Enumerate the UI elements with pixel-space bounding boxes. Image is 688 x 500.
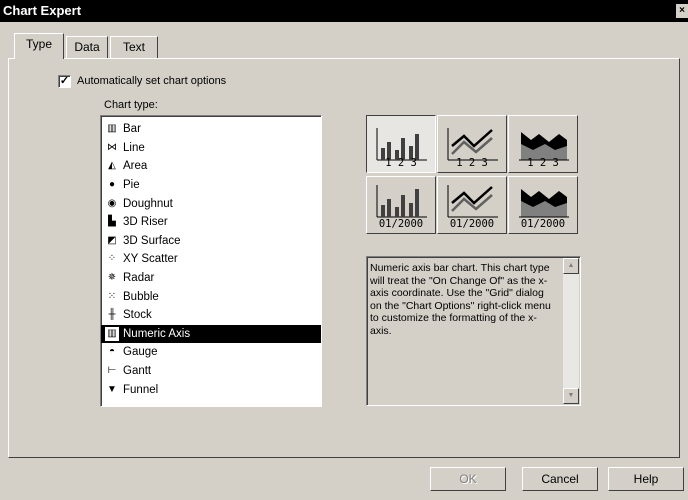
list-item-xy-scatter[interactable]: ⁘ XY Scatter <box>101 250 321 269</box>
numeric-axis-icon: ▥ <box>105 326 119 341</box>
subtype-line-date[interactable]: 01/2000 <box>437 176 507 234</box>
list-item-funnel[interactable]: ▼ Funnel <box>101 380 321 399</box>
list-item-bubble[interactable]: ⁙ Bubble <box>101 287 321 306</box>
subtype-area-123[interactable]: 1 2 3 <box>508 115 578 173</box>
gantt-chart-icon: ⊢ <box>107 365 117 377</box>
list-item-label: Gauge <box>123 346 158 359</box>
help-button[interactable]: Help <box>608 467 684 491</box>
list-item-label: Pie <box>123 179 140 192</box>
list-item-3d-surface[interactable]: ◩ 3D Surface <box>101 232 321 251</box>
chart-type-label: Chart type: <box>104 99 158 111</box>
list-item-3d-riser[interactable]: ▙ 3D Riser <box>101 213 321 232</box>
subtype-axis-label: 01/2000 <box>378 218 424 230</box>
3d-riser-icon: ▙ <box>108 216 116 228</box>
stock-chart-icon: ╫ <box>108 309 116 321</box>
ok-button[interactable]: OK <box>430 467 506 491</box>
subtype-axis-label: 01/2000 <box>520 218 566 230</box>
radar-chart-icon: ✵ <box>107 272 117 284</box>
funnel-chart-icon: ▼ <box>107 383 117 395</box>
list-item-label: Bar <box>123 123 141 136</box>
subtype-bar-123[interactable]: 1 2 3 <box>366 115 436 173</box>
subtype-axis-label: 1 2 3 <box>456 157 488 169</box>
auto-options-checkbox[interactable]: ✓ <box>58 74 71 88</box>
tab-data[interactable]: Data <box>66 36 108 58</box>
list-item-label: Line <box>123 141 145 154</box>
list-item-bar[interactable]: ▥ Bar <box>101 120 321 139</box>
list-item-stock[interactable]: ╫ Stock <box>101 306 321 325</box>
list-item-label: Numeric Axis <box>123 327 191 340</box>
auto-options-row[interactable]: ✓ Automatically set chart options <box>58 73 226 89</box>
auto-options-label: Automatically set chart options <box>77 75 227 87</box>
list-item-label: Bubble <box>123 290 159 303</box>
list-item-label: Funnel <box>123 383 159 396</box>
cancel-button[interactable]: Cancel <box>522 467 598 491</box>
list-item-pie[interactable]: ● Pie <box>101 176 321 195</box>
area-chart-icon: ◭ <box>108 160 116 172</box>
list-item-label: Radar <box>123 272 155 285</box>
list-item-label: Gantt <box>123 365 152 378</box>
subtype-axis-label: 1 2 3 <box>385 157 417 169</box>
list-item-label: 3D Surface <box>123 234 181 247</box>
bubble-chart-icon: ⁙ <box>107 290 117 302</box>
list-item-label: 3D Riser <box>123 216 168 229</box>
description-scrollbar[interactable]: ▲ ▼ <box>563 258 579 404</box>
description-text: Numeric axis bar chart. This chart type … <box>370 262 551 337</box>
close-icon[interactable]: × <box>676 4 688 18</box>
subtype-axis-label: 01/2000 <box>449 218 495 230</box>
scroll-up-icon[interactable]: ▲ <box>563 258 579 274</box>
list-item-label: Area <box>123 160 148 173</box>
gauge-chart-icon: ◓ <box>108 346 116 358</box>
3d-surface-icon: ◩ <box>107 234 117 246</box>
bar-chart-icon: ▥ <box>107 123 117 135</box>
list-item-gauge[interactable]: ◓ Gauge <box>101 343 321 362</box>
subtype-line-123[interactable]: 1 2 3 <box>437 115 507 173</box>
list-item-label: Stock <box>123 309 152 322</box>
doughnut-chart-icon: ◉ <box>107 197 117 209</box>
list-item-label: Doughnut <box>123 197 173 210</box>
title-bar: Chart Expert × <box>0 0 688 22</box>
tab-type[interactable]: Type <box>14 33 64 59</box>
scroll-down-icon[interactable]: ▼ <box>563 388 579 404</box>
chart-description: Numeric axis bar chart. This chart type … <box>366 256 581 406</box>
line-chart-icon: ⋈ <box>107 141 117 153</box>
list-item-label: XY Scatter <box>123 253 178 266</box>
list-item-radar[interactable]: ✵ Radar <box>101 269 321 288</box>
list-item-area[interactable]: ◭ Area <box>101 157 321 176</box>
window-title: Chart Expert <box>3 3 82 18</box>
list-item-doughnut[interactable]: ◉ Doughnut <box>101 194 321 213</box>
tab-text[interactable]: Text <box>110 36 158 58</box>
subtype-axis-label: 1 2 3 <box>527 157 559 169</box>
list-item-gantt[interactable]: ⊢ Gantt <box>101 362 321 381</box>
subtype-area-date[interactable]: 01/2000 <box>508 176 578 234</box>
pie-chart-icon: ● <box>108 179 116 191</box>
subtype-bar-date[interactable]: 01/2000 <box>366 176 436 234</box>
list-item-line[interactable]: ⋈ Line <box>101 139 321 158</box>
list-item-numeric-axis[interactable]: ▥ Numeric Axis <box>101 324 321 344</box>
chart-type-list[interactable]: ▥ Bar ⋈ Line ◭ Area ● Pie ◉ Doughnut ▙ 3D Rise… <box>100 115 322 407</box>
xy-scatter-icon: ⁘ <box>107 253 117 265</box>
